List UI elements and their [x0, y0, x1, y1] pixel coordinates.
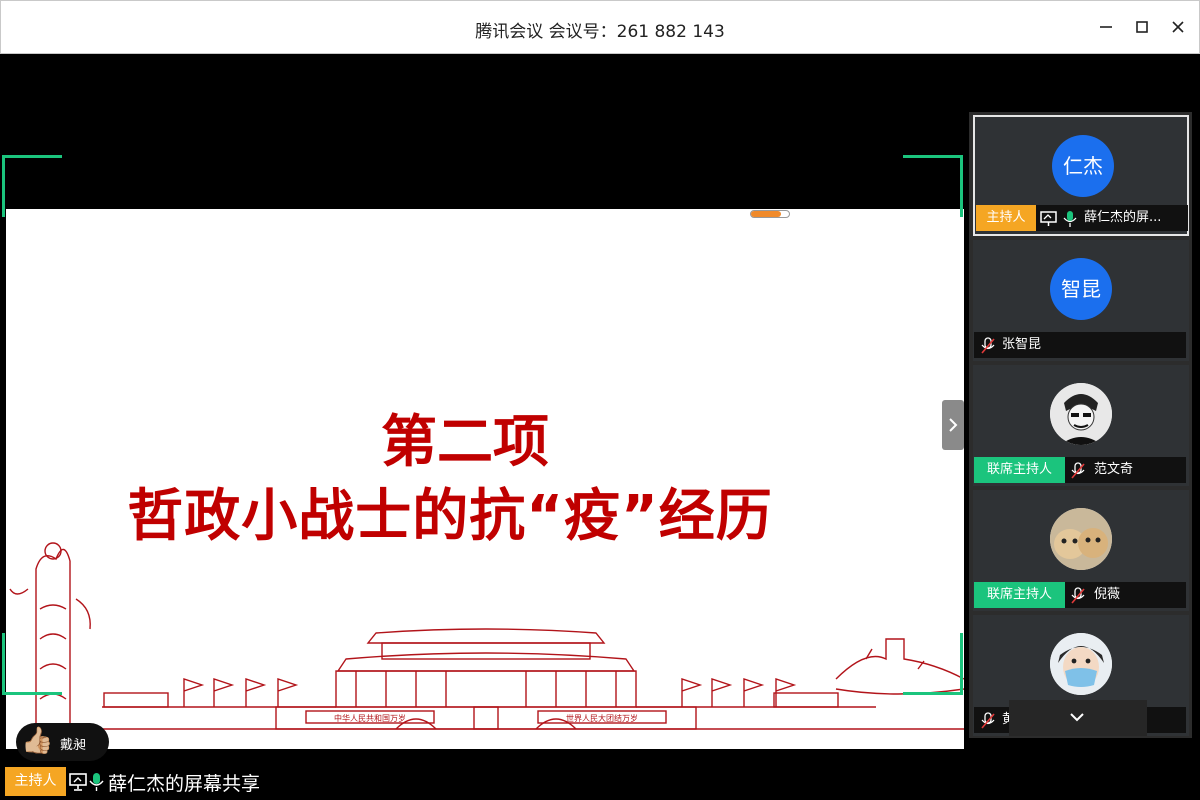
host-badge: 主持人	[5, 767, 66, 796]
participant-name-bar: 联席主持人 倪薇	[974, 582, 1186, 608]
share-frame-corner	[2, 633, 62, 695]
thumbs-up-icon: 👍🏼	[21, 726, 54, 756]
slide-heading: 第二项	[381, 410, 549, 475]
cohost-badge: 联席主持人	[974, 457, 1065, 483]
mic-icon	[1063, 211, 1077, 227]
status-bar: 主持人 薛仁杰的屏幕共享	[3, 765, 403, 797]
sharing-status-text: 薛仁杰的屏幕共享	[108, 773, 261, 795]
cohost-badge: 联席主持人	[974, 582, 1065, 608]
participant-tile[interactable]: 联席主持人 范文奇	[973, 365, 1189, 486]
participant-name: 倪薇	[1094, 587, 1121, 602]
close-icon[interactable]	[1167, 16, 1189, 38]
banner-left: 中华人民共和国万岁	[334, 713, 406, 723]
window-title: 腾讯会议 会议号：261 882 143	[475, 22, 725, 42]
participant-name-bar: 张智昆	[974, 332, 1186, 358]
host-badge: 主持人	[976, 205, 1036, 231]
minimize-icon[interactable]	[1095, 16, 1117, 38]
mic-icon	[89, 773, 104, 791]
reaction-badge: 👍🏼 戴昶	[16, 723, 109, 761]
mic-muted-icon	[1071, 587, 1085, 604]
tiananmen-illustration: 中华人民共和国万岁 世界人民大团结万岁	[9, 542, 964, 730]
chevron-right-icon	[949, 418, 958, 432]
mic-muted-icon	[981, 337, 995, 354]
participant-tile[interactable]: 联席主持人 倪薇	[973, 490, 1189, 611]
mic-muted-icon	[1071, 462, 1085, 479]
maximize-icon[interactable]	[1131, 16, 1153, 38]
next-page-button[interactable]	[942, 400, 964, 450]
status-icons	[69, 772, 105, 796]
participant-name: 张智昆	[1002, 337, 1042, 352]
cartoon-face-avatar	[1050, 383, 1112, 445]
reaction-sender-name: 戴昶	[60, 738, 87, 753]
show-more-participants-button[interactable]	[1009, 700, 1147, 736]
mic-muted-icon	[981, 712, 995, 729]
screen-share-icon	[1040, 211, 1057, 226]
child-mask-avatar	[1050, 633, 1112, 695]
participant-panel: 仁杰 主持人 薛仁杰的屏... 智昆 张智昆 联席主持人 范文奇 联席主持人 倪…	[969, 112, 1192, 738]
avatar	[1050, 633, 1112, 695]
avatar	[1050, 383, 1112, 445]
avatar: 仁杰	[1052, 135, 1114, 197]
share-frame-corner	[2, 155, 62, 217]
participant-name: 范文奇	[1094, 462, 1134, 477]
participant-name: 薛仁杰的屏...	[1084, 210, 1162, 225]
participant-tile[interactable]: 仁杰 主持人 薛仁杰的屏...	[973, 115, 1189, 236]
cats-avatar	[1050, 508, 1112, 570]
participant-name-bar: 主持人 薛仁杰的屏...	[976, 205, 1188, 231]
presentation-slide: 第二项 哲政小战士的抗“疫”经历 中华人民共和国万岁 世界人民大团结万岁	[6, 209, 964, 749]
avatar	[1050, 508, 1112, 570]
screen-share-icon	[69, 773, 87, 791]
slide-progress-bar	[750, 210, 790, 218]
share-frame-corner	[903, 633, 963, 695]
participant-tile[interactable]: 智昆 张智昆	[973, 240, 1189, 361]
title-bar: 腾讯会议 会议号：261 882 143	[0, 0, 1200, 54]
chevron-down-icon	[1070, 713, 1084, 722]
avatar: 智昆	[1050, 258, 1112, 320]
share-frame-corner	[903, 155, 963, 217]
shared-screen-area: 第二项 哲政小战士的抗“疫”经历 中华人民共和国万岁 世界人民大团结万岁 👍🏼 …	[2, 54, 968, 770]
participant-name-bar: 联席主持人 范文奇	[974, 457, 1186, 483]
banner-right: 世界人民大团结万岁	[566, 713, 638, 723]
